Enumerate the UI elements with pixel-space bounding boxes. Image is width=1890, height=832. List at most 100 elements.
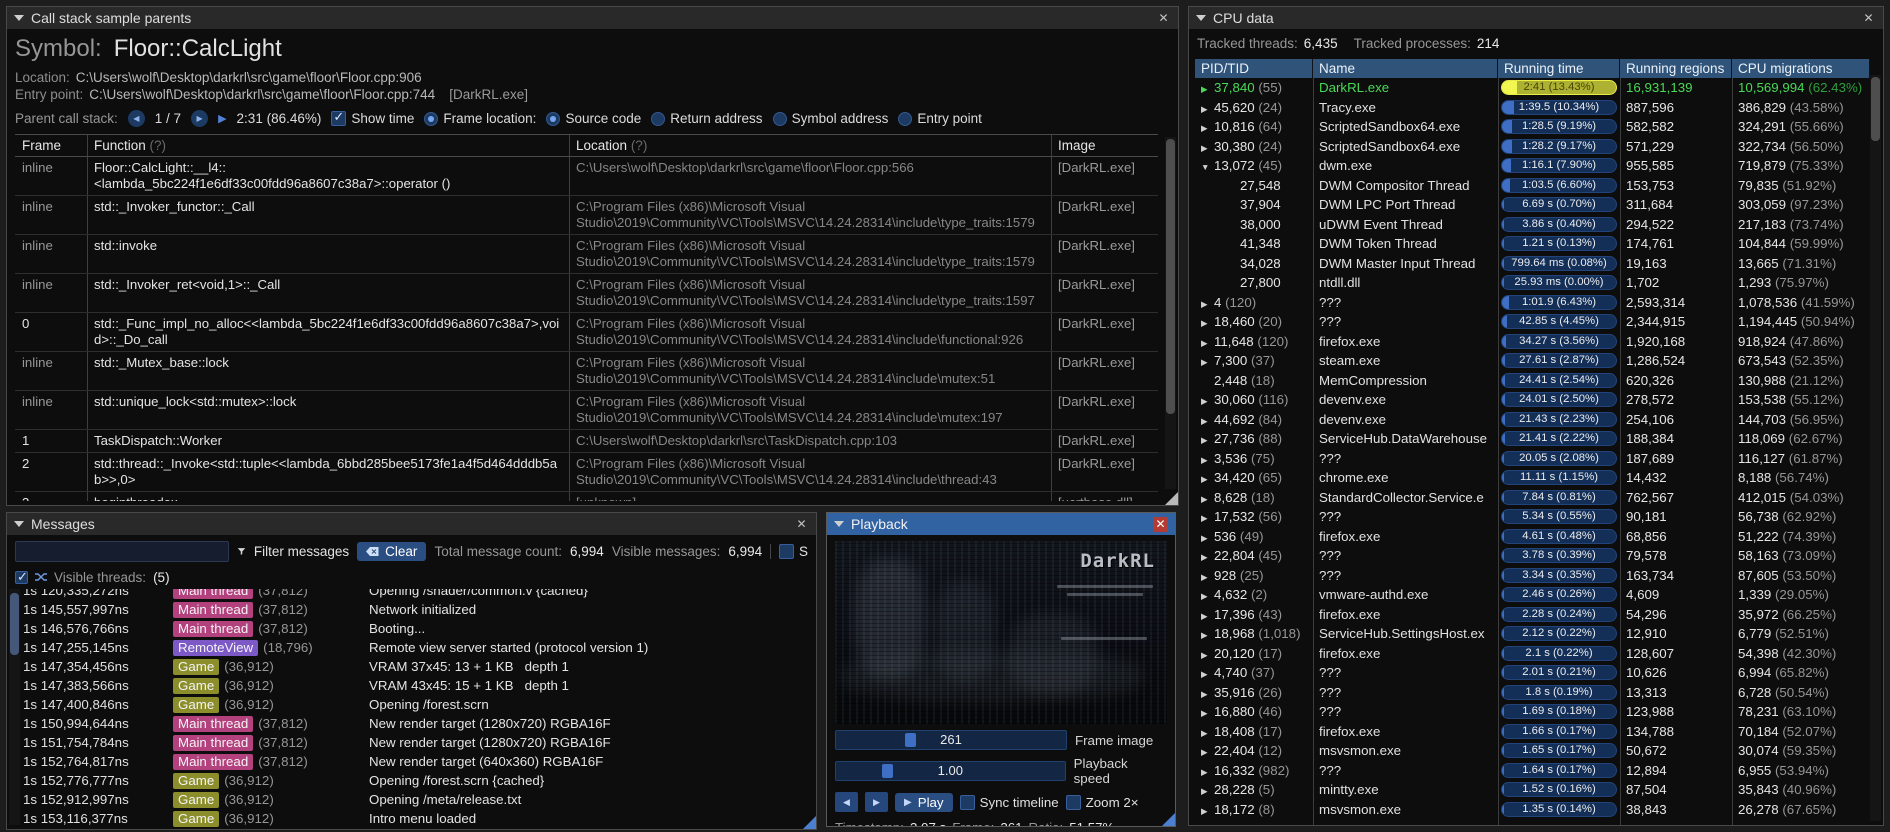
cpu-row[interactable]: ▶ 22,404 (12) msvsmon.exe 1.65 s (0.17%) … [1195,741,1870,761]
select-all-checkbox-icon[interactable] [15,569,28,585]
cpu-row[interactable]: ▶ 536 (49) firefox.exe 4.61 s (0.48%) 68,… [1195,527,1870,547]
zoom-2x-checkbox[interactable]: Zoom 2× [1065,794,1139,810]
expand-arrow-icon[interactable]: ▶ [1201,646,1214,664]
expand-arrow-icon[interactable]: ▶ [1201,685,1214,703]
message-row[interactable]: 1s 152,776,777ns Game (36,912) Opening /f… [23,771,816,790]
resize-grip[interactable] [803,816,816,829]
cpu-row[interactable]: ▶ 7,300 (37) steam.exe 27.61 s (2.87%) 1,… [1195,351,1870,371]
cpu-row[interactable]: ▶ 17,396 (43) firefox.exe 2.28 s (0.24%) … [1195,605,1870,625]
clear-button[interactable]: Clear [357,541,427,561]
expand-arrow-icon[interactable]: ▶ [1201,314,1214,332]
expand-arrow-icon[interactable]: ▶ [1201,587,1214,605]
cpu-row[interactable]: ▶ 8,628 (18) StandardCollector.Service.e … [1195,488,1870,508]
cpu-row[interactable]: ▶ 28,228 (5) mintty.exe 1.52 s (0.16%) 87… [1195,780,1870,800]
message-row[interactable]: 1s 146,576,766ns Main thread (37,812) Boo… [23,619,816,638]
collapse-icon[interactable] [1196,15,1206,21]
expand-arrow-icon[interactable]: ▶ [1201,782,1214,800]
callstack-titlebar[interactable]: Call stack sample parents ✕ [7,7,1178,29]
cpu-row[interactable]: ▶ 18,968 (1,018) ServiceHub.SettingsHost.… [1195,624,1870,644]
expand-arrow-icon[interactable]: ▶ [1201,353,1214,371]
show-option-checkbox[interactable]: S [778,543,808,559]
cpu-titlebar[interactable]: CPU data ✕ [1189,7,1883,29]
callstack-row[interactable]: inline std::_Invoker_functor::_Call C:\P… [15,196,1158,235]
cpu-row[interactable]: ▶ 4,740 (37) ??? 2.01 s (0.21%) 10,626 6,… [1195,663,1870,683]
callstack-row[interactable]: inline std::_Invoker_ret<void,1>::_Call … [15,274,1158,313]
expand-arrow-icon[interactable]: ▶ [1201,80,1214,98]
expand-arrow-icon[interactable]: ▶ [1201,626,1214,644]
expand-arrow-icon[interactable]: ▶ [1201,139,1214,157]
expand-arrow-icon[interactable]: ▶ [1201,568,1214,586]
message-row[interactable]: 1s 152,912,997ns Game (36,912) Opening /m… [23,790,816,809]
resize-grip[interactable] [1165,492,1178,505]
prev-parent-button[interactable]: ◀ [127,110,145,127]
message-row[interactable]: 1s 151,754,784ns Main thread (37,812) New… [23,733,816,752]
frame-location-option[interactable]: Entry point [898,111,982,126]
cpu-row[interactable]: ▶ 17,532 (56) ??? 5.34 s (0.55%) 90,181 5… [1195,507,1870,527]
message-row[interactable]: 1s 150,994,644ns Main thread (37,812) New… [23,714,816,733]
cpu-row[interactable]: ▼ 13,072 (45) dwm.exe 1:16.1 (7.90%) 955,… [1195,156,1870,176]
sync-timeline-checkbox[interactable]: Sync timeline [959,794,1059,810]
frame-location-option[interactable]: Return address [651,111,763,126]
callstack-row[interactable]: 1 TaskDispatch::Worker C:\Users\wolf\Des… [15,430,1158,453]
expand-arrow-icon[interactable]: ▶ [1201,548,1214,566]
cpu-row[interactable]: ▶ 18,408 (17) firefox.exe 1.66 s (0.17%) … [1195,722,1870,742]
vertical-scrollbar[interactable] [1165,137,1176,489]
cpu-row[interactable]: 38,000 uDWM Event Thread 3.86 s (0.40%) … [1195,215,1870,235]
close-icon[interactable]: ✕ [1156,11,1171,26]
step-forward-button[interactable]: ▶ [865,792,888,812]
cpu-row[interactable]: ▶ 16,332 (982) ??? 1.64 s (0.17%) 12,894 … [1195,761,1870,781]
scrollbar-thumb[interactable] [1871,77,1880,141]
playback-speed-slider[interactable]: 1.00 [835,761,1066,781]
cpu-row[interactable]: 41,348 DWM Token Thread 1.21 s (0.13%) 1… [1195,234,1870,254]
collapse-icon[interactable] [14,521,24,527]
collapse-icon[interactable] [14,15,24,21]
message-row[interactable]: 1s 147,354,456ns Game (36,912) VRAM 37x45… [23,657,816,676]
cpu-row[interactable]: ▶ 4 (120) ??? 1:01.9 (6.43%) 2,593,314 1,… [1195,293,1870,313]
expand-arrow-icon[interactable]: ▶ [1201,431,1214,449]
frame-location-option[interactable]: Source code [546,111,641,126]
expand-arrow-icon[interactable]: ▶ [1201,724,1214,742]
expand-arrow-icon[interactable]: ▶ [1201,334,1214,352]
message-row[interactable]: 1s 120,335,272ns Main thread (37,812) Ope… [23,589,816,600]
expand-arrow-icon[interactable]: ▶ [1201,412,1214,430]
shuffle-icon[interactable] [35,572,47,582]
close-icon[interactable]: ✕ [1861,11,1876,26]
expand-arrow-icon[interactable]: ▶ [1201,451,1214,469]
cpu-row[interactable]: ▶ 30,060 (116) devenv.exe 24.01 s (2.50%)… [1195,390,1870,410]
cpu-row[interactable]: ▶ 44,692 (84) devenv.exe 21.43 s (2.23%) … [1195,410,1870,430]
cpu-row[interactable]: ▶ 16,880 (46) ??? 1.69 s (0.18%) 123,988 … [1195,702,1870,722]
vertical-scrollbar[interactable] [1870,75,1881,821]
expand-arrow-icon[interactable]: ▶ [1201,802,1214,820]
cpu-row[interactable]: ▶ 37,840 (55) DarkRL.exe 2:41 (13.43%) 16… [1195,78,1870,98]
play-button[interactable]: ▶ Play [895,792,953,812]
expand-arrow-icon[interactable]: ▶ [1201,509,1214,527]
expand-arrow-icon[interactable]: ▶ [1201,529,1214,547]
scrollbar-thumb[interactable] [1166,139,1175,414]
expand-arrow-icon[interactable]: ▶ [1201,704,1214,722]
messages-titlebar[interactable]: Messages ✕ [7,513,816,535]
callstack-row[interactable]: inline std::unique_lock<std::mutex>::loc… [15,391,1158,430]
cpu-row[interactable]: ▶ 35,916 (26) ??? 1.8 s (0.19%) 13,313 6,… [1195,683,1870,703]
expand-arrow-icon[interactable]: ▶ [1201,470,1214,488]
next-parent-button[interactable]: ▶ [191,110,209,127]
cpu-row[interactable]: 27,800 ntdll.dll 25.93 ms (0.00%) 1,702 … [1195,273,1870,293]
frame-image-slider[interactable]: 261 [835,730,1067,750]
message-row[interactable]: 1s 152,764,817ns Main thread (37,812) New… [23,752,816,771]
cpu-row[interactable]: ▶ 18,172 (8) msvsmon.exe 1.35 s (0.14%) 3… [1195,800,1870,820]
close-icon[interactable]: ✕ [794,517,809,532]
step-back-button[interactable]: ◀ [835,792,858,812]
collapse-icon[interactable] [834,521,844,527]
expand-arrow-icon[interactable]: ▶ [1201,763,1214,781]
cpu-row[interactable]: ▶ 10,816 (64) ScriptedSandbox64.exe 1:28.… [1195,117,1870,137]
frame-location-option[interactable]: Symbol address [772,111,888,126]
message-row[interactable]: 1s 147,383,566ns Game (36,912) VRAM 43x45… [23,676,816,695]
expand-arrow-icon[interactable]: ▶ [1201,743,1214,761]
cpu-row[interactable]: ▶ 30,380 (24) ScriptedSandbox64.exe 1:28.… [1195,137,1870,157]
message-row[interactable]: 1s 153,116,377ns Game (36,912) Intro menu… [23,809,816,828]
close-icon[interactable]: ✕ [1153,516,1168,532]
vertical-scrollbar[interactable] [9,589,20,825]
resize-grip[interactable] [1162,813,1175,826]
callstack-row[interactable]: 2 std::thread::_Invoke<std::tuple<<lambd… [15,453,1158,492]
message-row[interactable]: 1s 147,400,846ns Game (36,912) Opening /f… [23,695,816,714]
show-time-checkbox[interactable]: Show time [331,109,414,126]
